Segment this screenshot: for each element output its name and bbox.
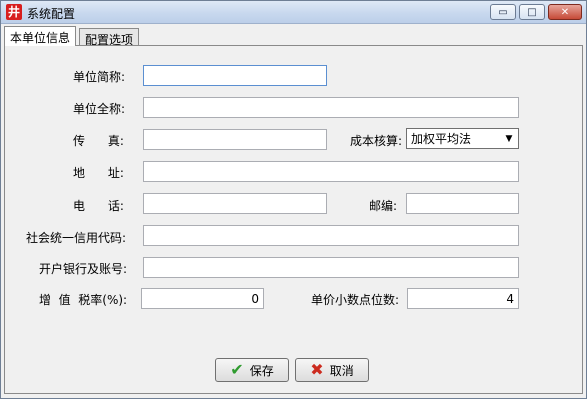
vat-rate-input[interactable]	[141, 288, 264, 309]
maximize-icon: □	[527, 6, 537, 18]
fax-input[interactable]	[143, 129, 327, 150]
title-bar[interactable]: 井 系统配置 ▭ □ ✕	[1, 1, 586, 24]
save-button-label: 保存	[249, 363, 274, 378]
close-x-icon: ✖	[310, 360, 324, 379]
cancel-button-label: 取消	[329, 363, 354, 378]
vat-rate-label: 增 值 税率(%):	[39, 293, 128, 307]
minimize-icon: ▭	[498, 6, 508, 18]
phone-label: 电 话:	[73, 199, 124, 213]
chevron-down-icon[interactable]: ▼	[500, 134, 518, 144]
postcode-input[interactable]	[406, 193, 519, 214]
tab-config-options[interactable]: 配置选项	[79, 28, 140, 47]
cost-method-label: 成本核算:	[350, 134, 403, 148]
save-button[interactable]: ✔ 保存	[215, 358, 289, 382]
address-input[interactable]	[143, 161, 519, 182]
price-decimals-label: 单价小数点位数:	[311, 293, 400, 307]
full-name-input[interactable]	[143, 97, 519, 118]
address-label: 地 址:	[73, 166, 124, 180]
short-name-label: 单位简称:	[73, 70, 126, 84]
settings-window: 井 系统配置 ▭ □ ✕ 本单位信息 配置选项 单位简称: 单位全称: 传 真:…	[0, 0, 587, 399]
tab-company-info[interactable]: 本单位信息	[4, 26, 77, 46]
bank-account-input[interactable]	[143, 257, 519, 278]
cost-method-select[interactable]: 加权平均法 ▼	[406, 128, 519, 149]
full-name-label: 单位全称:	[73, 102, 126, 116]
credit-code-input[interactable]	[143, 225, 519, 246]
cancel-button[interactable]: ✖ 取消	[295, 358, 369, 382]
minimize-button[interactable]: ▭	[490, 4, 516, 20]
window-title: 系统配置	[27, 7, 76, 21]
fax-label: 传 真:	[73, 134, 124, 148]
price-decimals-input[interactable]	[407, 288, 519, 309]
phone-input[interactable]	[143, 193, 327, 214]
close-button[interactable]: ✕	[548, 4, 582, 20]
maximize-button[interactable]: □	[519, 4, 545, 20]
short-name-input[interactable]	[143, 65, 327, 86]
postcode-label: 邮编:	[369, 199, 398, 213]
app-icon: 井	[6, 4, 22, 20]
credit-code-label: 社会统一信用代码:	[26, 231, 127, 245]
checkmark-icon: ✔	[230, 360, 244, 379]
cost-method-value: 加权平均法	[411, 132, 472, 146]
close-icon: ✕	[560, 6, 570, 18]
bank-account-label: 开户银行及账号:	[39, 262, 128, 276]
